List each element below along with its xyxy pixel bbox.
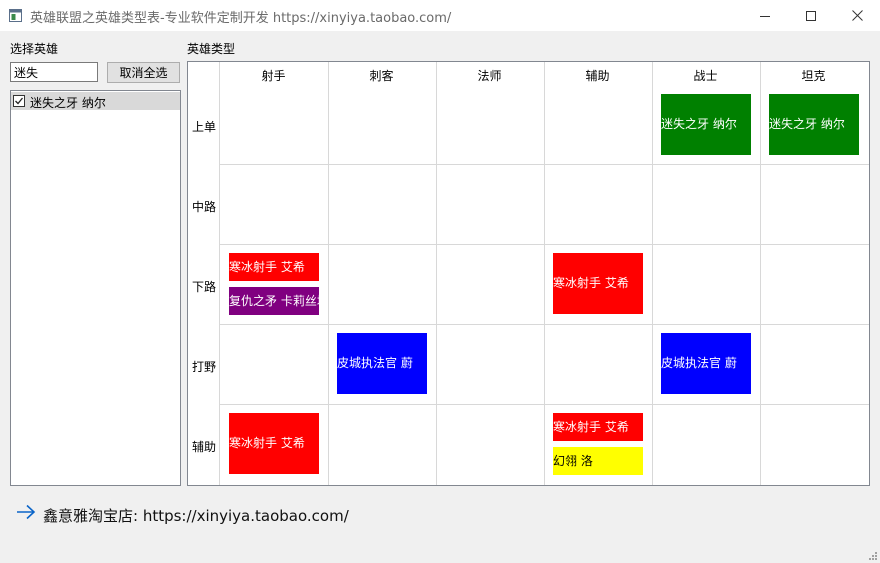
- checkmark-icon: [15, 97, 24, 105]
- row-header-jungle: 打野: [191, 360, 216, 374]
- hero-type-label: 英雄类型: [187, 42, 236, 56]
- hero-block[interactable]: 迷失之牙 纳尔: [769, 94, 859, 155]
- hero-block[interactable]: 寒冰射手 艾希: [553, 253, 643, 314]
- shop-link[interactable]: 鑫意雅淘宝店: https://xinyiya.taobao.com/: [43, 505, 349, 526]
- grid-line: [760, 62, 761, 485]
- column-header-assassin: 刺客: [369, 69, 394, 83]
- row-header-bottom: 下路: [191, 280, 216, 294]
- hero-block[interactable]: 幻翎 洛: [553, 447, 643, 475]
- hero-block[interactable]: 皮城执法官 蔚: [337, 333, 427, 394]
- hero-listbox[interactable]: 迷失之牙 纳尔: [10, 90, 181, 486]
- hero-block[interactable]: 复仇之矛 卡莉丝塔: [229, 287, 319, 315]
- grid-line: [220, 164, 869, 165]
- window-title: 英雄联盟之英雄类型表-专业软件定制开发 https://xinyiya.taob…: [30, 11, 452, 26]
- column-header-support: 辅助: [585, 69, 610, 83]
- close-button[interactable]: [834, 0, 880, 31]
- row-header-support: 辅助: [191, 440, 216, 454]
- column-header-mage: 法师: [477, 69, 502, 83]
- hero-checkbox[interactable]: [13, 95, 25, 107]
- deselect-all-button[interactable]: 取消全选: [107, 62, 180, 83]
- grid-line: [220, 324, 869, 325]
- grid-line: [220, 244, 869, 245]
- grid-line: [652, 62, 653, 485]
- row-header-top: 上单: [191, 120, 216, 134]
- row-header-mid: 中路: [191, 200, 216, 214]
- column-header-marksman: 射手: [261, 69, 286, 83]
- hero-list-item[interactable]: 迷失之牙 纳尔: [11, 92, 180, 110]
- hero-block[interactable]: 寒冰射手 艾希: [553, 413, 643, 441]
- hero-search-input[interactable]: [10, 62, 98, 82]
- arrow-right-icon: [17, 504, 36, 520]
- hero-block[interactable]: 皮城执法官 蔚: [661, 333, 751, 394]
- grid-line: [544, 62, 545, 485]
- column-header-tank: 坦克: [801, 69, 826, 83]
- app-icon: [9, 9, 22, 22]
- minimize-icon: [760, 15, 770, 17]
- hero-block[interactable]: 寒冰射手 艾希: [229, 253, 319, 281]
- resize-grip-icon[interactable]: [868, 551, 878, 561]
- maximize-icon: [806, 10, 816, 21]
- close-icon: [851, 10, 863, 21]
- grid-line: [328, 62, 329, 485]
- grid-line: [220, 404, 869, 405]
- select-hero-label: 选择英雄: [10, 42, 59, 56]
- title-bar: 英雄联盟之英雄类型表-专业软件定制开发 https://xinyiya.taob…: [0, 0, 880, 31]
- maximize-button[interactable]: [788, 0, 834, 31]
- column-header-fighter: 战士: [693, 69, 718, 83]
- hero-type-table: 射手 刺客 法师 辅助 战士 坦克 上单 中路 下路 打野 辅助 迷失之牙 纳尔…: [187, 61, 870, 486]
- hero-list-item-label: 迷失之牙 纳尔: [30, 96, 106, 110]
- minimize-button[interactable]: [742, 0, 788, 31]
- hero-block[interactable]: 寒冰射手 艾希: [229, 413, 319, 474]
- grid-line: [436, 62, 437, 485]
- hero-block[interactable]: 迷失之牙 纳尔: [661, 94, 751, 155]
